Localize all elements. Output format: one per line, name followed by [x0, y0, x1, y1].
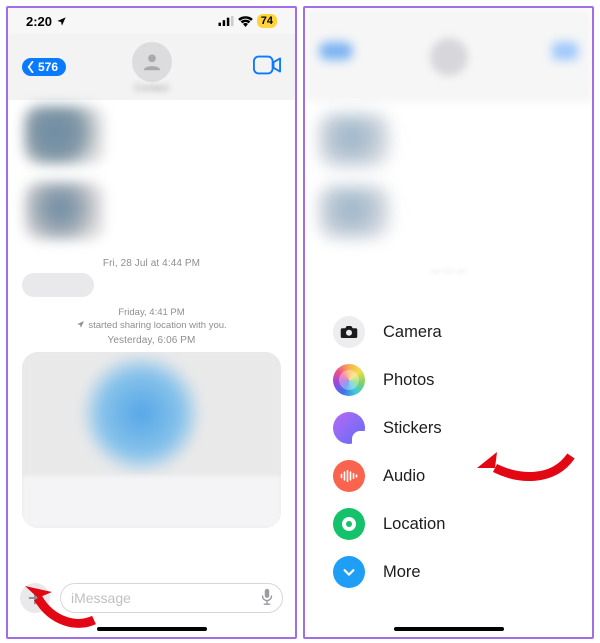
- left-screenshot: 2:20 74 576 Contact: [6, 6, 297, 639]
- audio-icon: [333, 460, 365, 492]
- menu-item-location[interactable]: Location: [333, 500, 576, 548]
- contact-name: Contact: [134, 83, 168, 94]
- home-indicator[interactable]: [394, 627, 504, 631]
- menu-label: Photos: [383, 371, 434, 390]
- contact-avatar[interactable]: [132, 42, 172, 82]
- message-attachment[interactable]: [24, 106, 104, 164]
- message-placeholder: iMessage: [71, 590, 131, 606]
- location-icon: [333, 508, 365, 540]
- dictation-icon[interactable]: [260, 588, 274, 609]
- conversation-header: 576 Contact: [8, 34, 295, 100]
- status-time: 2:20: [26, 14, 52, 29]
- menu-item-more[interactable]: More: [333, 548, 576, 596]
- battery-badge: 74: [257, 14, 277, 28]
- blurred-attachment: [319, 186, 391, 238]
- blurred-timestamp: — — —: [305, 266, 592, 277]
- stickers-icon: [333, 412, 365, 444]
- menu-item-photos[interactable]: Photos: [333, 356, 576, 404]
- location-arrow-icon: [56, 16, 67, 27]
- wifi-icon: [238, 16, 253, 27]
- menu-label: More: [383, 563, 421, 582]
- right-screenshot: — — — Camera Photos Stickers Audio: [303, 6, 594, 639]
- timestamp: Fri, 28 Jul at 4:44 PM: [18, 258, 285, 269]
- blurred-video-button: [552, 42, 578, 60]
- location-arrow-icon: [76, 320, 85, 329]
- blurred-back-button: [319, 42, 353, 60]
- back-count: 576: [38, 60, 58, 74]
- camera-icon: [333, 316, 365, 348]
- facetime-button[interactable]: [253, 55, 281, 80]
- more-icon: [333, 556, 365, 588]
- message-bubble[interactable]: [22, 273, 94, 297]
- apps-plus-button[interactable]: [20, 583, 50, 613]
- photos-icon: [333, 364, 365, 396]
- menu-item-camera[interactable]: Camera: [333, 308, 576, 356]
- timestamp: Friday, 4:41 PM: [18, 307, 285, 318]
- message-composer: iMessage: [8, 581, 295, 615]
- menu-label: Location: [383, 515, 445, 534]
- menu-label: Camera: [383, 323, 442, 342]
- blurred-attachment: [319, 114, 391, 166]
- status-bar: 2:20 74: [8, 8, 295, 34]
- menu-item-stickers[interactable]: Stickers: [333, 404, 576, 452]
- menu-label: Audio: [383, 467, 425, 486]
- message-input[interactable]: iMessage: [60, 583, 283, 613]
- menu-label: Stickers: [383, 419, 442, 438]
- conversation-thread[interactable]: Fri, 28 Jul at 4:44 PM Friday, 4:41 PM s…: [8, 100, 295, 583]
- apps-menu: Camera Photos Stickers Audio Location: [333, 308, 576, 596]
- message-attachment[interactable]: [24, 182, 104, 240]
- blurred-avatar: [430, 38, 468, 76]
- cellular-icon: [218, 16, 234, 26]
- menu-item-audio[interactable]: Audio: [333, 452, 576, 500]
- location-card[interactable]: [22, 352, 281, 528]
- system-message: started sharing location with you.: [18, 320, 285, 331]
- back-button[interactable]: 576: [22, 58, 66, 76]
- home-indicator[interactable]: [97, 627, 207, 631]
- timestamp: Yesterday, 6:06 PM: [18, 335, 285, 346]
